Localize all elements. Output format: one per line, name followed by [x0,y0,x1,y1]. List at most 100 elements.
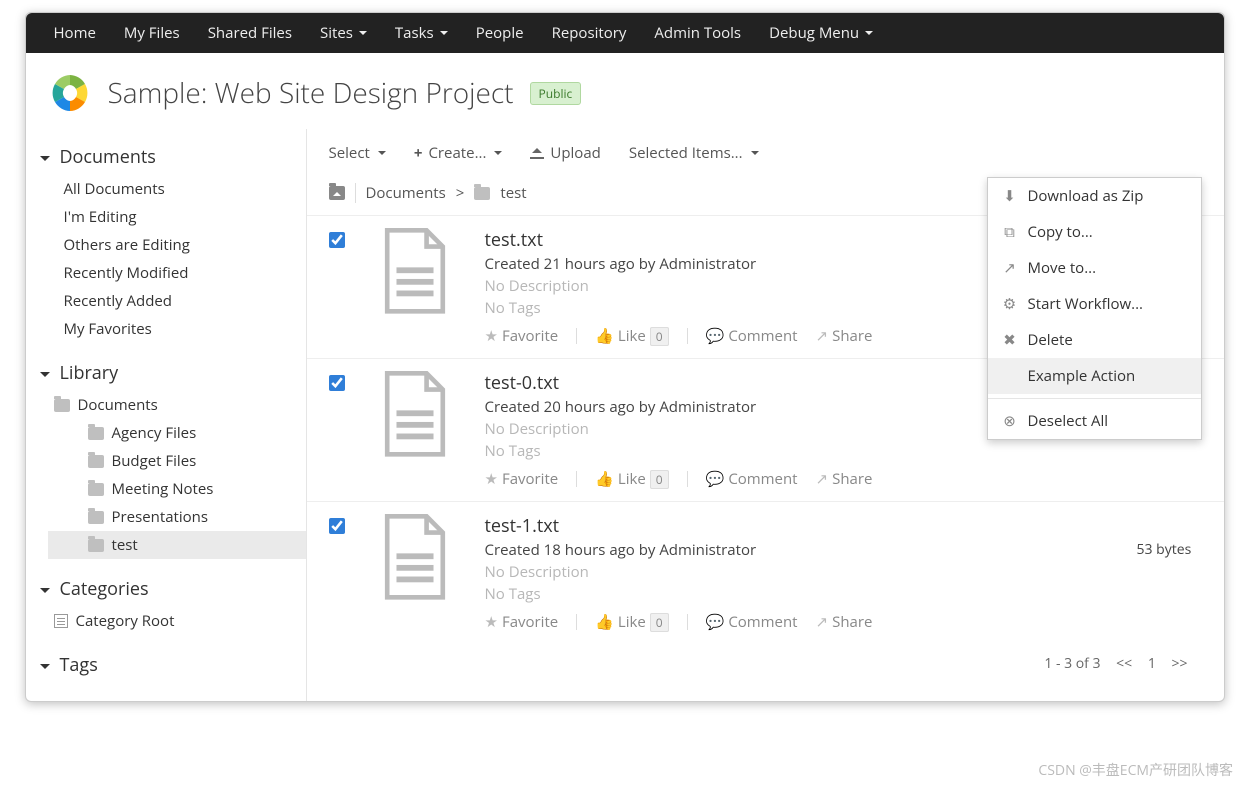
chevron-down-icon [40,653,54,677]
sidebar-group-tags[interactable]: Tags [26,645,306,681]
nav-repository[interactable]: Repository [538,23,641,43]
nav-home[interactable]: Home [40,23,110,43]
star-icon: ★ [485,612,498,632]
dd-deselect-all[interactable]: ⊗ Deselect All [988,403,1201,439]
site-header: Sample: Web Site Design Project Public [26,53,1224,129]
dd-delete[interactable]: ✖Delete [988,322,1201,358]
divider [576,471,577,487]
favorite-action[interactable]: ★Favorite [485,612,559,632]
pager-prev[interactable]: << [1116,654,1132,673]
action-label: Favorite [502,469,558,489]
file-name[interactable]: test-1.txt [485,514,1202,538]
dd-label: Move to... [1028,258,1097,278]
dd-download-zip[interactable]: ⬇Download as Zip [988,178,1201,214]
dd-label: Deselect All [1028,411,1109,431]
document-icon [379,228,451,316]
upload-icon [530,147,544,159]
sidebar-group-label: Library [60,361,119,385]
divider [687,614,688,630]
pager: 1 - 3 of 3 << 1 >> [307,644,1224,693]
chevron-down-icon [40,577,54,601]
comment-action[interactable]: 💬Comment [706,612,798,632]
main-content: Select Create... Upload Selected Items..… [306,129,1224,701]
sidebar-item-all-documents[interactable]: All Documents [26,175,306,203]
chevron-down-icon [40,361,54,385]
deselect-icon: ⊗ [1002,413,1018,429]
breadcrumb-current: test [500,183,526,203]
folder-icon [88,427,104,440]
site-title: Sample: Web Site Design Project [108,74,514,112]
folder-up-icon[interactable] [329,186,345,200]
move-icon: ↗ [1002,260,1018,276]
select-menu[interactable]: Select [329,143,386,163]
divider [576,328,577,344]
comment-action[interactable]: 💬Comment [706,326,798,346]
upload-button[interactable]: Upload [530,143,600,163]
sidebar-item-my-favorites[interactable]: My Favorites [26,315,306,343]
dd-move-to[interactable]: ↗ Move to... [988,250,1201,286]
action-label: Share [832,469,872,489]
delete-icon: ✖ [1002,332,1018,348]
folder-icon [54,399,70,412]
tree-item-budget-files[interactable]: Budget Files [48,447,306,475]
divider [576,614,577,630]
toolbar-label: Create... [428,143,486,163]
selected-items-menu[interactable]: Selected Items... [629,143,759,163]
share-action[interactable]: ↗Share [816,469,873,489]
row-checkbox[interactable] [329,232,345,253]
nav-shared-files[interactable]: Shared Files [194,23,306,43]
share-action[interactable]: ↗Share [816,612,873,632]
dd-label: Start Workflow... [1028,294,1143,314]
row-checkbox[interactable] [329,375,345,396]
sidebar-group-library[interactable]: Library [26,353,306,389]
nav-my-files[interactable]: My Files [110,23,194,43]
dd-example-action[interactable]: Example Action [988,358,1201,394]
tree-item-category-root[interactable]: Category Root [26,607,306,635]
nav-admin-tools[interactable]: Admin Tools [640,23,755,43]
document-icon [379,371,451,459]
tree-item-meeting-notes[interactable]: Meeting Notes [48,475,306,503]
like-action[interactable]: 👍Like 0 [595,612,668,632]
nav-debug-menu[interactable]: Debug Menu [755,23,887,43]
divider [687,328,688,344]
like-action[interactable]: 👍Like 0 [595,469,668,489]
folder-icon [474,187,490,200]
nav-sites[interactable]: Sites [306,23,381,43]
favorite-action[interactable]: ★Favorite [485,326,559,346]
tree-root-documents[interactable]: Documents [26,391,306,419]
nav-people[interactable]: People [462,23,538,43]
copy-icon: ⧉ [1002,224,1018,240]
plus-icon [414,143,423,163]
file-no-tags: No Tags [485,441,1202,461]
sidebar-item-im-editing[interactable]: I'm Editing [26,203,306,231]
nav-tasks[interactable]: Tasks [381,23,462,43]
blank-icon [1002,368,1018,384]
thumb-icon: 👍 [595,612,614,632]
sidebar-item-others-editing[interactable]: Others are Editing [26,231,306,259]
tree-item-test[interactable]: test [48,531,306,559]
share-action[interactable]: ↗Share [816,326,873,346]
tree-item-agency-files[interactable]: Agency Files [48,419,306,447]
dd-start-workflow[interactable]: ⚙Start Workflow... [988,286,1201,322]
sidebar-item-recently-added[interactable]: Recently Added [26,287,306,315]
tree-item-presentations[interactable]: Presentations [48,503,306,531]
like-count: 0 [650,470,669,489]
pager-next[interactable]: >> [1171,654,1187,673]
folder-icon [88,483,104,496]
document-toolbar: Select Create... Upload Selected Items..… [307,129,1224,177]
breadcrumb-root[interactable]: Documents [366,183,446,203]
category-icon [54,614,68,628]
sidebar-group-categories[interactable]: Categories [26,569,306,605]
like-action[interactable]: 👍Like 0 [595,326,668,346]
create-menu[interactable]: Create... [414,143,503,163]
comment-action[interactable]: 💬Comment [706,469,798,489]
sidebar-item-recently-modified[interactable]: Recently Modified [26,259,306,287]
action-label: Favorite [502,612,558,632]
pager-page: 1 [1148,654,1156,673]
row-checkbox[interactable] [329,518,345,539]
favorite-action[interactable]: ★Favorite [485,469,559,489]
sidebar-group-label: Tags [60,653,98,677]
sidebar-group-documents[interactable]: Documents [26,137,306,173]
dd-separator [988,398,1201,399]
dd-copy-to[interactable]: ⧉Copy to... [988,214,1201,250]
